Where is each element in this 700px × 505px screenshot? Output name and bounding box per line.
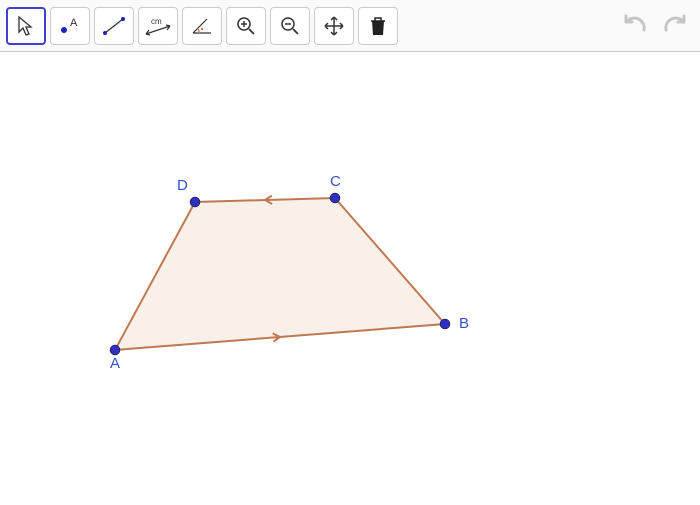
- tool-zoom-in[interactable]: [226, 7, 266, 45]
- toolbar: A cm: [0, 0, 700, 52]
- trash-icon: [368, 15, 388, 37]
- vertex-a[interactable]: [110, 345, 120, 355]
- vertex-label-c: C: [330, 173, 341, 190]
- vertex-label-d: D: [177, 177, 188, 194]
- distance-icon: cm: [143, 15, 173, 37]
- tool-distance[interactable]: cm: [138, 7, 178, 45]
- zoom-in-icon: [235, 15, 257, 37]
- point-label-a: A: [70, 17, 78, 29]
- cursor-icon: [16, 15, 36, 37]
- redo-button[interactable]: [658, 8, 690, 40]
- tool-angle[interactable]: [182, 7, 222, 45]
- geometry-svg: A B C D: [0, 52, 700, 500]
- tool-delete[interactable]: [358, 7, 398, 45]
- tool-line[interactable]: [94, 7, 134, 45]
- tool-zoom-out[interactable]: [270, 7, 310, 45]
- vertex-label-b: B: [459, 315, 469, 332]
- vertex-b[interactable]: [440, 319, 450, 329]
- tool-move[interactable]: [6, 7, 46, 45]
- svg-text:cm: cm: [151, 17, 162, 26]
- redo-icon: [660, 12, 688, 36]
- undo-icon: [622, 12, 650, 36]
- vertex-label-a: A: [110, 355, 120, 372]
- pan-icon: [323, 15, 345, 37]
- tool-point[interactable]: A: [50, 7, 90, 45]
- shape-trapezoid[interactable]: [115, 198, 445, 350]
- vertex-c[interactable]: [330, 193, 340, 203]
- tool-pan[interactable]: [314, 7, 354, 45]
- undo-button[interactable]: [620, 8, 652, 40]
- vertex-d[interactable]: [190, 197, 200, 207]
- undo-redo-group: [620, 8, 690, 40]
- zoom-out-icon: [279, 15, 301, 37]
- angle-icon: [189, 15, 215, 37]
- point-icon: A: [57, 15, 83, 37]
- geometry-canvas[interactable]: A B C D: [0, 52, 700, 500]
- line-icon: [101, 15, 127, 37]
